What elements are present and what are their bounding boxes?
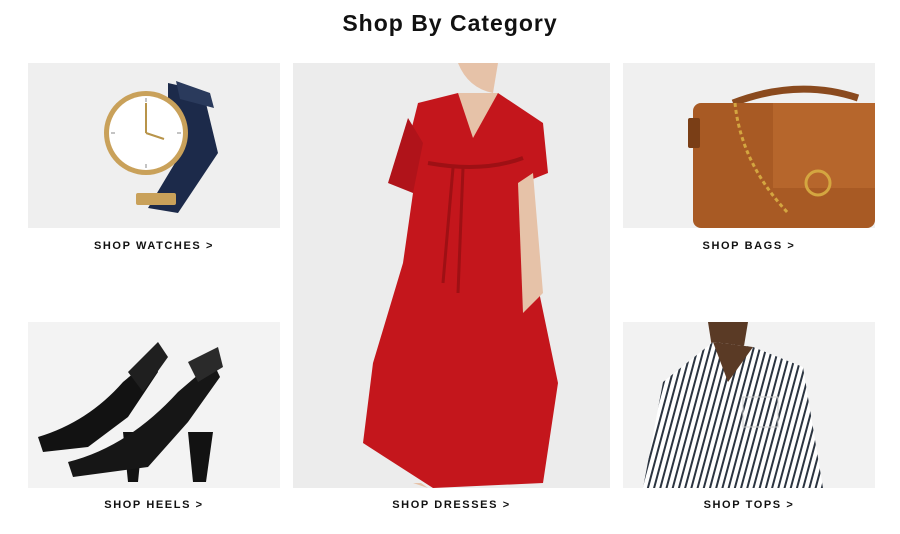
shop-tops-link[interactable]: SHOP TOPS >	[623, 499, 875, 511]
shop-dresses-link[interactable]: SHOP DRESSES >	[293, 499, 610, 511]
shop-watches-link[interactable]: SHOP WATCHES >	[28, 240, 280, 252]
shop-bags-link[interactable]: SHOP BAGS >	[623, 240, 875, 252]
dresses-image[interactable]	[293, 63, 610, 488]
heels-illustration	[28, 322, 280, 488]
shop-heels-link[interactable]: SHOP HEELS >	[28, 499, 280, 511]
bag-illustration	[623, 63, 875, 228]
bags-image[interactable]	[623, 63, 875, 228]
dress-illustration	[293, 63, 610, 488]
watches-image[interactable]	[28, 63, 280, 228]
watch-illustration	[28, 63, 280, 228]
page-title: Shop By Category	[342, 10, 558, 36]
tops-image[interactable]	[623, 322, 875, 488]
tops-illustration	[623, 322, 875, 488]
heels-image[interactable]	[28, 322, 280, 488]
